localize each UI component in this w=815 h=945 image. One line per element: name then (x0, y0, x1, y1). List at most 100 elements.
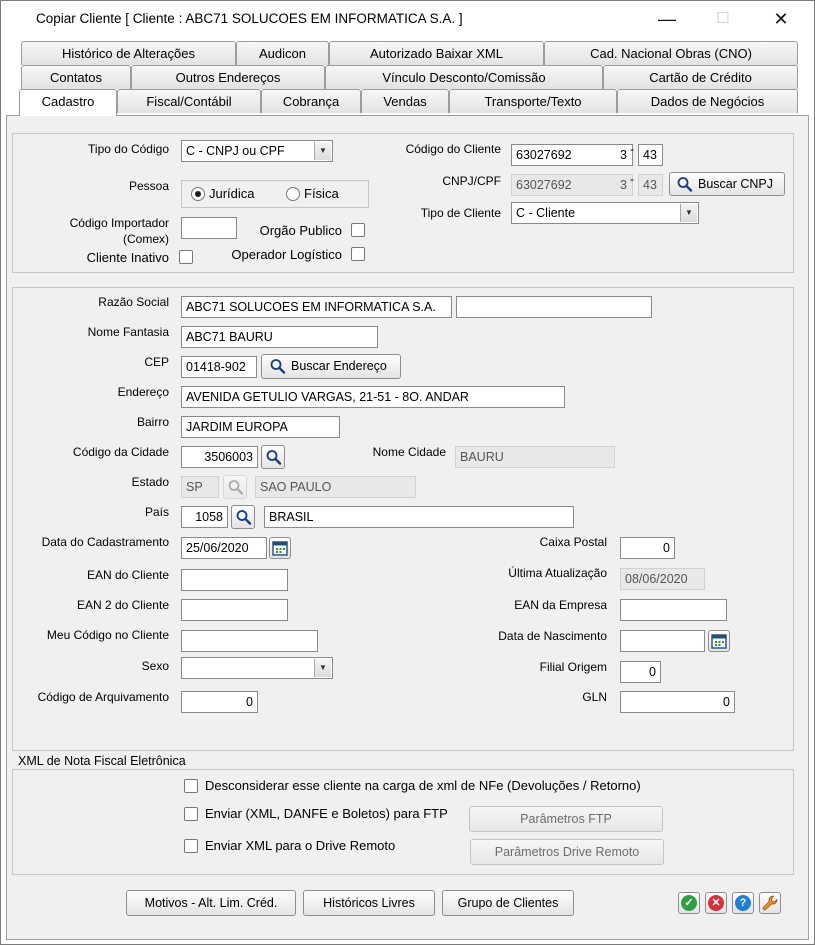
historicos-livres-button[interactable]: Históricos Livres (303, 890, 435, 916)
tools-button[interactable] (759, 892, 781, 914)
filial-origem-input[interactable]: 0 (620, 661, 661, 683)
cliente-inativo-label: Cliente Inativo (86, 250, 169, 265)
data-nascimento-calendar-button[interactable] (708, 630, 730, 652)
calendar-icon (272, 541, 288, 556)
razao-social-label: Razão Social (98, 295, 169, 309)
tab-transporte-texto[interactable]: Transporte/Texto (449, 89, 617, 113)
tab-dados-negocios[interactable]: Dados de Negócios (617, 89, 798, 113)
buscar-pais-button[interactable] (231, 505, 255, 529)
ean-cliente-input[interactable] (181, 569, 288, 591)
pessoa-label: Pessoa (128, 179, 169, 193)
nome-cidade-label: Nome Cidade (372, 445, 446, 459)
parametros-drive-button: Parâmetros Drive Remoto (470, 839, 664, 865)
caixa-postal-input[interactable]: 0 (620, 537, 675, 559)
estado-sigla-input: SP (181, 476, 219, 498)
codigo-cliente-label: Código do Cliente (405, 142, 501, 156)
caixa-postal-label: Caixa Postal (539, 535, 607, 549)
buscar-cidade-button[interactable] (261, 445, 285, 469)
window-title: Copiar Cliente [ Cliente : ABC71 SOLUCOE… (36, 11, 463, 26)
tab-audicon[interactable]: Audicon (236, 41, 329, 65)
tipo-codigo-value: C - CNPJ ou CPF (186, 144, 285, 158)
nome-fantasia-input[interactable]: ABC71 BAURU (181, 326, 378, 348)
tab-contatos[interactable]: Contatos (21, 65, 131, 89)
help-icon: ? (735, 895, 751, 911)
tab-vendas[interactable]: Vendas (361, 89, 449, 113)
buscar-endereco-button[interactable]: Buscar Endereço (261, 354, 401, 379)
codigo-cidade-input[interactable]: 3506003 (181, 446, 258, 468)
codigo-cliente-input[interactable]: 63027692 3 (511, 144, 633, 166)
data-nascimento-input[interactable] (620, 630, 705, 652)
codigo-importador-input[interactable] (181, 217, 237, 239)
motivos-alt-lim-cred-button[interactable]: Motivos - Alt. Lim. Créd. (126, 890, 296, 916)
codigo-cliente-hyphen: - (630, 142, 634, 156)
tab-autorizado-baixar-xml[interactable]: Autorizado Baixar XML (329, 41, 544, 65)
ean-empresa-label: EAN da Empresa (514, 598, 607, 612)
help-button[interactable]: ? (732, 892, 754, 914)
sexo-select[interactable]: ▼ (181, 657, 333, 679)
tab-outros-enderecos[interactable]: Outros Endereços (131, 65, 325, 89)
enviar-ftp-checkbox[interactable] (184, 807, 198, 821)
gln-input[interactable]: 0 (620, 691, 735, 713)
cnpj-input: 63027692 3 (511, 174, 633, 196)
comex-label: (Comex) (122, 232, 169, 246)
close-button[interactable]: ✕ (761, 4, 801, 34)
bairro-input[interactable]: JARDIM EUROPA (181, 416, 340, 438)
codigo-importador-label: Código Importador (69, 216, 169, 230)
buscar-cnpj-button[interactable]: Buscar CNPJ (669, 172, 785, 196)
cancel-button[interactable]: ✕ (705, 892, 727, 914)
ean2-cliente-label: EAN 2 do Cliente (76, 598, 169, 612)
tab-cartao-credito[interactable]: Cartão de Crédito (603, 65, 798, 89)
fisica-label: Física (304, 186, 339, 201)
operador-logistico-checkbox[interactable] (351, 247, 365, 261)
filial-origem-label: Filial Origem (539, 660, 607, 674)
pais-nome-input[interactable]: BRASIL (264, 506, 574, 528)
enviar-drive-checkbox[interactable] (184, 839, 198, 853)
razao-social-complemento-input[interactable] (456, 296, 652, 318)
copiar-cliente-window: Copiar Cliente [ Cliente : ABC71 SOLUCOE… (0, 0, 815, 945)
data-cadastramento-calendar-button[interactable] (269, 537, 291, 559)
razao-social-input[interactable]: ABC71 SOLUCOES EM INFORMATICA S.A. (181, 296, 452, 318)
tab-fiscal-contabil[interactable]: Fiscal/Contábil (117, 89, 261, 113)
tab-cobranca[interactable]: Cobrança (261, 89, 361, 113)
tab-historico-alteracoes[interactable]: Histórico de Alterações (21, 41, 236, 65)
endereco-input[interactable]: AVENIDA GETULIO VARGAS, 21-51 - 8O. ANDA… (181, 386, 565, 408)
enviar-drive-label: Enviar XML para o Drive Remoto (205, 838, 396, 853)
juridica-radio[interactable] (191, 187, 205, 201)
xml-group-label: XML de Nota Fiscal Eletrônica (18, 754, 186, 768)
meu-codigo-input[interactable] (181, 630, 318, 652)
cnpj-label: CNPJ/CPF (442, 174, 501, 188)
grupo-clientes-button[interactable]: Grupo de Clientes (442, 890, 574, 916)
tab-cad-nacional-obras[interactable]: Cad. Nacional Obras (CNO) (544, 41, 798, 65)
data-cadastramento-input[interactable]: 25/06/2020 (181, 537, 267, 559)
ean2-cliente-input[interactable] (181, 599, 288, 621)
cnpj-filial: 3 (620, 178, 627, 192)
calendar-icon (711, 634, 727, 649)
cliente-inativo-checkbox[interactable] (179, 250, 193, 264)
data-cadastramento-label: Data do Cadastramento (41, 535, 169, 549)
tipo-codigo-label: Tipo do Código (88, 142, 169, 156)
fisica-radio[interactable] (286, 187, 300, 201)
cancel-icon: ✕ (708, 895, 724, 911)
tab-vinculo-desconto-comissao[interactable]: Vínculo Desconto/Comissão (325, 65, 603, 89)
cep-input[interactable]: 01418-902 (181, 356, 257, 378)
codigo-cliente-dv-input[interactable]: 43 (638, 144, 663, 166)
ok-button[interactable]: ✓ (678, 892, 700, 914)
search-icon (270, 359, 286, 374)
orgao-publico-checkbox[interactable] (351, 223, 365, 237)
tab-cadastro[interactable]: Cadastro (19, 89, 117, 116)
estado-nome-input: SAO PAULO (255, 476, 416, 498)
endereco-label: Endereço (117, 385, 169, 399)
minimize-button[interactable]: — (647, 4, 687, 34)
gln-label: GLN (582, 690, 607, 704)
codigo-arquivamento-input[interactable]: 0 (181, 691, 258, 713)
desconsiderar-checkbox[interactable] (184, 779, 198, 793)
ultima-atualizacao-input: 08/06/2020 (620, 568, 705, 590)
ean-empresa-input[interactable] (620, 599, 727, 621)
tipo-cliente-label: Tipo de Cliente (420, 206, 501, 220)
tipo-cliente-select[interactable]: C - Cliente ▼ (511, 202, 699, 224)
buscar-endereco-label: Buscar Endereço (291, 359, 387, 373)
cnpj-value: 63027692 (516, 178, 572, 192)
tipo-codigo-select[interactable]: C - CNPJ ou CPF ▼ (181, 140, 333, 162)
pais-codigo-input[interactable]: 1058 (181, 506, 228, 528)
estado-label: Estado (131, 475, 169, 489)
